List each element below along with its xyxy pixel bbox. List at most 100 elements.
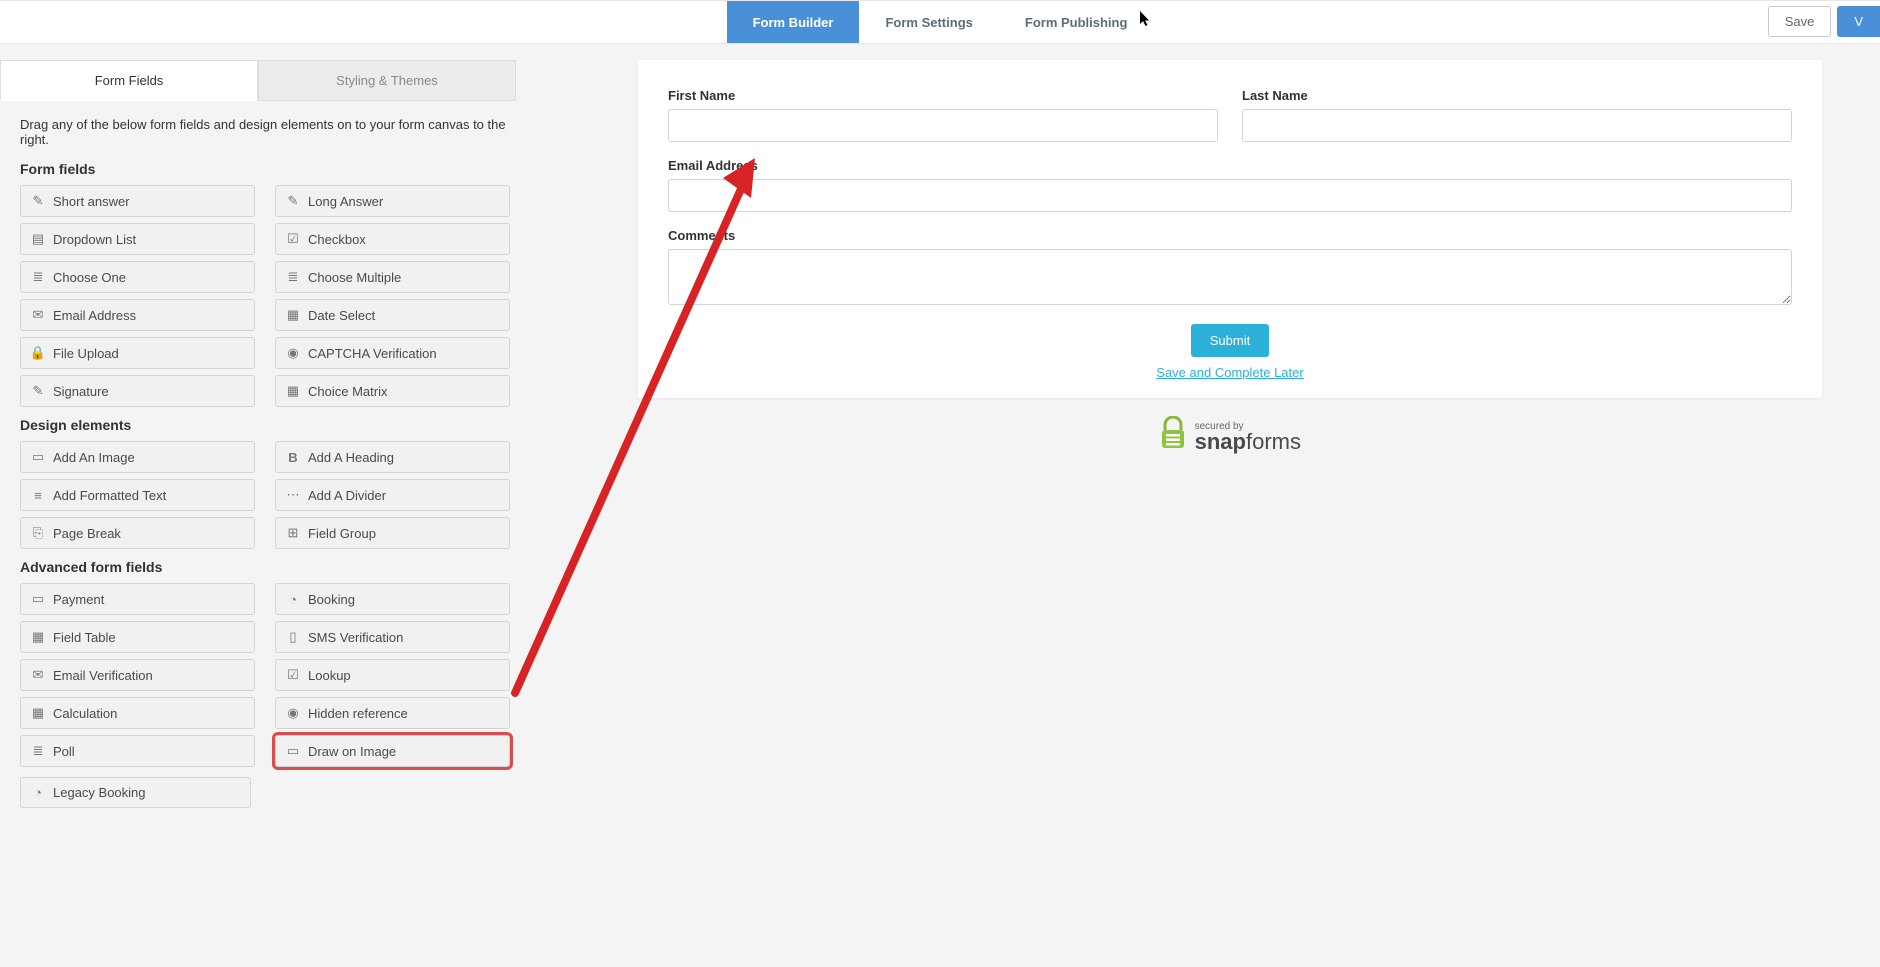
field-label: Short answer <box>53 194 130 209</box>
field-long-answer[interactable]: ✎ Long Answer <box>275 185 510 217</box>
clock-icon: ◔ <box>31 785 45 800</box>
tab-form-settings[interactable]: Form Settings <box>859 1 998 43</box>
adv-email-verification[interactable]: ✉Email Verification <box>20 659 255 691</box>
sidebar-description: Drag any of the below form fields and de… <box>20 117 510 147</box>
field-label: Payment <box>53 592 104 607</box>
field-label: Page Break <box>53 526 121 541</box>
field-label: Field Table <box>53 630 116 645</box>
table-icon: ▦ <box>31 629 45 645</box>
image-icon: ▭ <box>286 743 300 759</box>
tab-form-publishing[interactable]: Form Publishing <box>999 1 1154 43</box>
field-label: File Upload <box>53 346 119 361</box>
field-file-upload[interactable]: 🔒 File Upload <box>20 337 255 369</box>
field-label: Add Formatted Text <box>53 488 166 503</box>
page-break-icon: ⎘ <box>31 525 45 541</box>
clock-icon: ◔ <box>286 592 300 607</box>
de-field-group[interactable]: ⊞ Field Group <box>275 517 510 549</box>
calculator-icon: ▦ <box>31 705 45 721</box>
field-choice-matrix[interactable]: ▦Choice Matrix <box>275 375 510 407</box>
edit-icon: ✎ <box>31 193 45 209</box>
phone-icon: ▯ <box>286 629 300 645</box>
adv-field-table[interactable]: ▦ Field Table <box>20 621 255 653</box>
section-advanced: Advanced form fields <box>20 559 510 575</box>
shield-icon: ◉ <box>286 345 300 361</box>
de-formatted-text[interactable]: ≡ Add Formatted Text <box>20 479 255 511</box>
field-label: Booking <box>308 592 355 607</box>
field-choose-one[interactable]: ≣ Choose One <box>20 261 255 293</box>
brand-a: snap <box>1195 429 1246 454</box>
field-label: SMS Verification <box>308 630 403 645</box>
list-icon: ≣ <box>286 269 300 285</box>
checkbox-icon: ☑ <box>286 231 300 247</box>
pencil-icon: ✎ <box>31 383 45 399</box>
envelope-icon: ✉ <box>31 667 45 683</box>
card-icon: ▭ <box>31 591 45 607</box>
de-add-image[interactable]: ▭ Add An Image <box>20 441 255 473</box>
de-add-divider[interactable]: ⋯Add A Divider <box>275 479 510 511</box>
adv-lookup[interactable]: ☑ Lookup <box>275 659 510 691</box>
de-add-heading[interactable]: BAdd A Heading <box>275 441 510 473</box>
field-dropdown-list[interactable]: ▤Dropdown List <box>20 223 255 255</box>
label-comments: Comments <box>668 228 1792 243</box>
field-label: CAPTCHA Verification <box>308 346 437 361</box>
list-icon: ▤ <box>31 231 45 247</box>
field-label: Choose Multiple <box>308 270 401 285</box>
save-button[interactable]: Save <box>1768 6 1832 37</box>
bold-icon: B <box>286 450 300 465</box>
field-short-answer[interactable]: ✎ Short answer <box>20 185 255 217</box>
form-canvas[interactable]: First Name Last Name Email Address Comme… <box>638 60 1822 398</box>
check-icon: ☑ <box>286 667 300 683</box>
submit-button[interactable]: Submit <box>1191 324 1269 357</box>
label-email: Email Address <box>668 158 1792 173</box>
field-signature[interactable]: ✎Signature <box>20 375 255 407</box>
secured-by-badge: secured by snapforms <box>638 416 1822 452</box>
field-label: Choice Matrix <box>308 384 387 399</box>
adv-draw-on-image[interactable]: ▭Draw on Image <box>275 735 510 767</box>
field-label: Choose One <box>53 270 126 285</box>
field-label: Checkbox <box>308 232 366 247</box>
lines-icon: ≡ <box>31 488 45 503</box>
view-button[interactable]: V <box>1837 6 1880 37</box>
adv-payment[interactable]: ▭ Payment <box>20 583 255 615</box>
subtab-form-fields[interactable]: Form Fields <box>0 60 258 101</box>
section-form-fields: Form fields <box>20 161 510 177</box>
input-last-name[interactable] <box>1242 109 1792 142</box>
adv-legacy-booking[interactable]: ◔Legacy Booking <box>20 777 251 808</box>
field-choose-multiple[interactable]: ≣ Choose Multiple <box>275 261 510 293</box>
field-label: Field Group <box>308 526 376 541</box>
edit-icon: ✎ <box>286 193 300 209</box>
adv-poll[interactable]: ≣ Poll <box>20 735 255 767</box>
lock-icon <box>1159 416 1187 452</box>
input-first-name[interactable] <box>668 109 1218 142</box>
tab-form-builder[interactable]: Form Builder <box>727 1 860 43</box>
field-date-select[interactable]: ▦ Date Select <box>275 299 510 331</box>
field-captcha[interactable]: ◉ CAPTCHA Verification <box>275 337 510 369</box>
calendar-icon: ▦ <box>286 307 300 323</box>
field-label: Long Answer <box>308 194 383 209</box>
input-email[interactable] <box>668 179 1792 212</box>
field-label: Poll <box>53 744 75 759</box>
list-icon: ≣ <box>31 269 45 285</box>
group-icon: ⊞ <box>286 525 300 541</box>
field-checkbox[interactable]: ☑ Checkbox <box>275 223 510 255</box>
adv-calculation[interactable]: ▦Calculation <box>20 697 255 729</box>
list-icon: ≣ <box>31 743 45 759</box>
input-comments[interactable] <box>668 249 1792 305</box>
lock-icon: 🔒 <box>31 345 45 361</box>
save-complete-later-link[interactable]: Save and Complete Later <box>668 365 1792 380</box>
field-label: Date Select <box>308 308 375 323</box>
subtab-styling-themes[interactable]: Styling & Themes <box>258 60 516 101</box>
image-icon: ▭ <box>31 449 45 465</box>
brand-b: forms <box>1246 429 1301 454</box>
eye-off-icon: ◉ <box>286 705 300 721</box>
label-first-name: First Name <box>668 88 1218 103</box>
de-page-break[interactable]: ⎘ Page Break <box>20 517 255 549</box>
divider-icon: ⋯ <box>286 487 300 503</box>
field-label: Lookup <box>308 668 351 683</box>
adv-sms-verification[interactable]: ▯ SMS Verification <box>275 621 510 653</box>
field-email-address[interactable]: ✉Email Address <box>20 299 255 331</box>
field-label: Add An Image <box>53 450 135 465</box>
adv-booking[interactable]: ◔ Booking <box>275 583 510 615</box>
field-label: Email Address <box>53 308 136 323</box>
adv-hidden-reference[interactable]: ◉Hidden reference <box>275 697 510 729</box>
